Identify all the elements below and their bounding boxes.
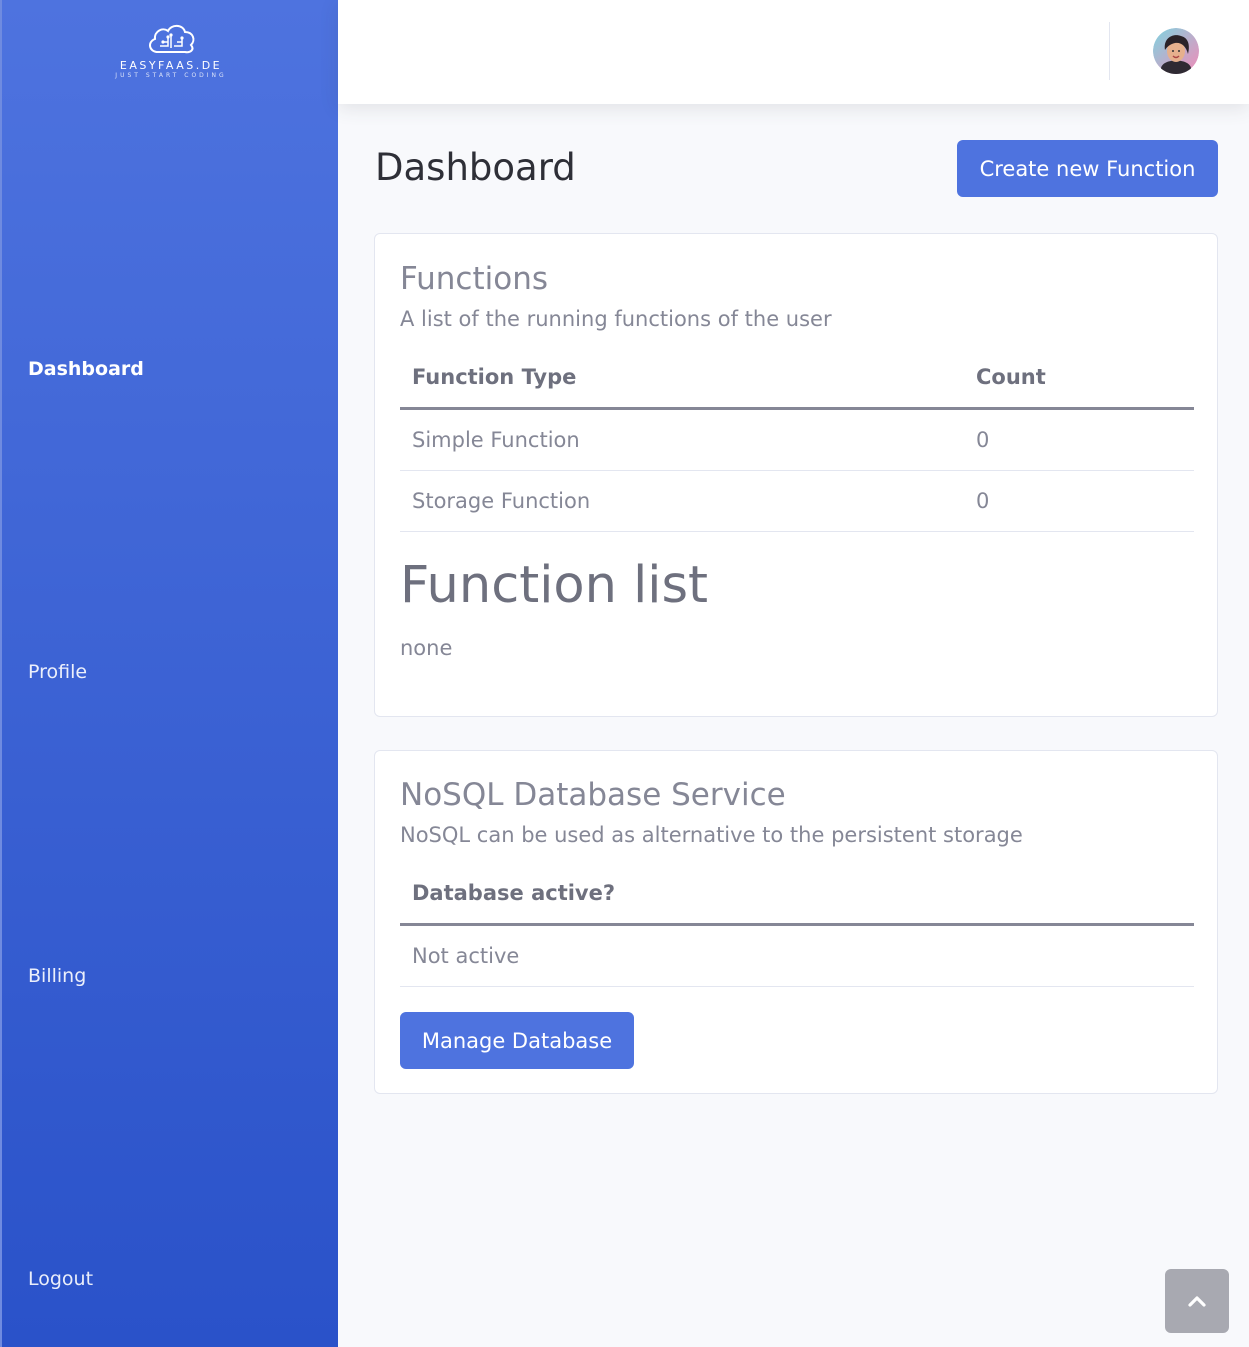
sidebar-item-dashboard[interactable]: Dashboard xyxy=(28,358,144,380)
database-table: Database active? Not active xyxy=(400,863,1194,987)
page-title: Dashboard xyxy=(375,146,576,189)
manage-database-button[interactable]: Manage Database xyxy=(400,1012,634,1069)
function-type-cell: Storage Function xyxy=(400,470,964,532)
sidebar-item-profile[interactable]: Profile xyxy=(28,661,87,683)
table-row: Simple Function 0 xyxy=(400,408,1194,471)
table-row: Storage Function 0 xyxy=(400,470,1194,532)
function-count-cell: 0 xyxy=(964,470,1194,532)
function-count-cell: 0 xyxy=(964,408,1194,471)
nosql-card: NoSQL Database Service NoSQL can be used… xyxy=(374,750,1218,1094)
cloud-circuit-icon xyxy=(149,24,195,54)
sidebar: EASYFAAS.DE JUST START CODING Dashboard … xyxy=(0,0,338,1347)
chevron-up-icon xyxy=(1188,1296,1206,1307)
functions-card-title: Functions xyxy=(400,261,549,297)
nosql-card-subtitle: NoSQL can be used as alternative to the … xyxy=(400,823,1023,847)
database-status-cell: Not active xyxy=(400,924,1194,987)
function-list-title: Function list xyxy=(400,556,709,615)
column-header-function-type: Function Type xyxy=(400,347,964,410)
topbar-divider xyxy=(1109,22,1110,80)
user-avatar-icon[interactable] xyxy=(1153,28,1199,74)
column-header-database-active: Database active? xyxy=(400,863,1194,926)
topbar xyxy=(338,0,1249,104)
brand-tagline: JUST START CODING xyxy=(115,72,227,79)
brand[interactable]: EASYFAAS.DE JUST START CODING xyxy=(2,22,340,79)
sidebar-item-logout[interactable]: Logout xyxy=(28,1268,93,1290)
create-function-button[interactable]: Create new Function xyxy=(957,140,1218,197)
functions-table: Function Type Count Simple Function 0 St… xyxy=(400,347,1194,532)
brand-name: EASYFAAS.DE xyxy=(119,59,223,72)
table-row: Not active xyxy=(400,924,1194,987)
scroll-to-top-button[interactable] xyxy=(1165,1269,1229,1333)
functions-card: Functions A list of the running function… xyxy=(374,233,1218,717)
functions-card-subtitle: A list of the running functions of the u… xyxy=(400,307,832,331)
function-type-cell: Simple Function xyxy=(400,408,964,471)
function-list-empty: none xyxy=(400,636,453,660)
nosql-card-title: NoSQL Database Service xyxy=(400,777,786,813)
column-header-count: Count xyxy=(964,347,1194,410)
sidebar-item-billing[interactable]: Billing xyxy=(28,965,86,987)
